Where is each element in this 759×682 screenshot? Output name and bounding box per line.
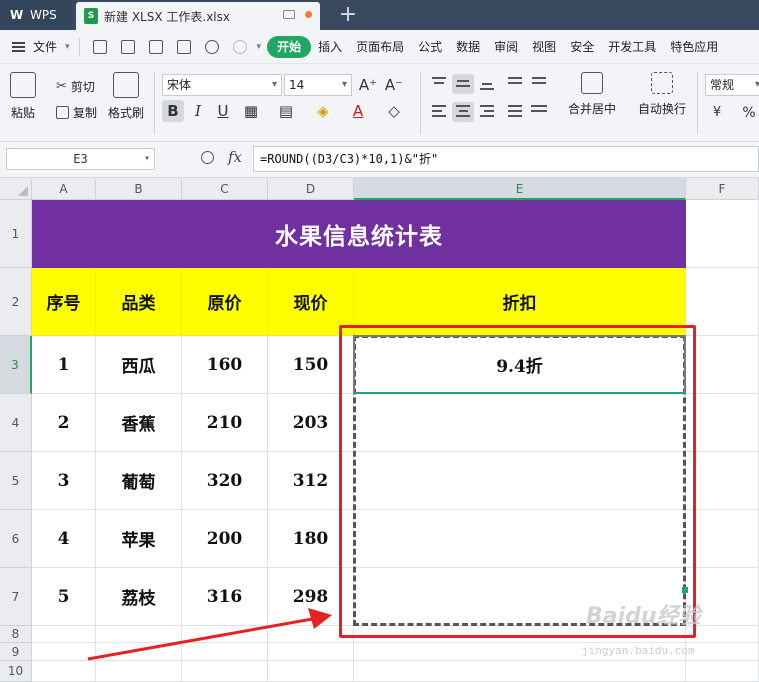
redo-icon[interactable]: [232, 39, 247, 54]
formula-input[interactable]: =ROUND((D3/C3)*10,1)&"折": [253, 146, 759, 172]
ribbon-divider: [420, 72, 421, 134]
print-preview-icon[interactable]: [176, 39, 191, 54]
paste-label: 粘贴: [10, 106, 35, 120]
cut-label: 剪切: [70, 80, 95, 94]
save-icon[interactable]: [92, 39, 107, 54]
menu-bar: 文件 ▾ ▾ 开始 插入 页面布局 公式 数据 审阅 视图 安全 开发工具 特色…: [0, 30, 759, 64]
ribbon-divider: [154, 72, 155, 134]
italic-button[interactable]: I: [187, 100, 209, 122]
align-center-icon[interactable]: [452, 102, 474, 122]
ribbon-toolbar: 粘贴 ✂ 剪切 复制 格式刷 宋体 14 A⁺ A⁻ B I U ▦ ▤ ◈ A…: [0, 64, 759, 142]
number-format-select[interactable]: 常规: [705, 74, 759, 96]
cut-button[interactable]: ✂ 剪切: [56, 78, 95, 95]
spreadsheet-file-icon: S: [84, 8, 98, 24]
align-middle-icon[interactable]: [452, 74, 474, 94]
ribbon-divider: [697, 72, 698, 134]
increase-font-icon[interactable]: A⁺: [357, 74, 379, 96]
decrease-font-icon[interactable]: A⁻: [383, 74, 405, 96]
file-menu[interactable]: 文件: [31, 36, 59, 58]
title-bar: W WPS S 新建 XLSX 工作表.xlsx +: [0, 0, 759, 30]
copy-icon: [56, 106, 69, 119]
export-icon[interactable]: [120, 39, 135, 54]
paste-icon: [10, 72, 36, 98]
spreadsheet-grid[interactable]: A B C D E F 1 2 3 4 5 6 7 8 9 10 水果信息统计表…: [0, 178, 759, 682]
wps-app-name: WPS: [30, 8, 57, 22]
align-left-icon[interactable]: [428, 102, 450, 122]
chevron-down-icon[interactable]: ▾: [65, 42, 70, 52]
scissors-icon: ✂: [56, 79, 67, 94]
increase-indent-icon[interactable]: [528, 74, 550, 94]
quick-access-more-icon[interactable]: ▾: [257, 42, 262, 52]
merge-center-label: 合并居中: [568, 102, 617, 116]
format-painter-label: 格式刷: [108, 106, 145, 120]
undo-icon[interactable]: [204, 39, 219, 54]
menu-tab-insert[interactable]: 插入: [311, 36, 349, 58]
align-right-icon[interactable]: [476, 102, 498, 122]
document-tab-title: 新建 XLSX 工作表.xlsx: [104, 9, 230, 24]
font-color-icon[interactable]: A: [347, 100, 369, 122]
menu-tab-features[interactable]: 特色应用: [663, 36, 725, 58]
menu-tab-security[interactable]: 安全: [563, 36, 601, 58]
wrap-text-label: 自动换行: [638, 102, 687, 116]
wps-home-tab[interactable]: W WPS: [0, 0, 72, 30]
name-box[interactable]: E3: [6, 148, 155, 170]
menu-tab-review[interactable]: 审阅: [487, 36, 525, 58]
formula-bar: E3 fx =ROUND((D3/C3)*10,1)&"折": [0, 142, 759, 178]
merge-center-button[interactable]: 合并居中: [568, 72, 616, 117]
menu-tab-data[interactable]: 数据: [449, 36, 487, 58]
underline-button[interactable]: U: [212, 100, 234, 122]
format-painter-icon: [113, 72, 139, 98]
menu-tab-formulas[interactable]: 公式: [411, 36, 449, 58]
align-bottom-icon[interactable]: [476, 74, 498, 94]
fx-icon[interactable]: fx: [228, 148, 242, 166]
cell-style-icon[interactable]: ▤: [275, 100, 297, 122]
merge-cells-icon: [581, 72, 603, 94]
fill-color-icon[interactable]: ◈: [312, 100, 334, 122]
format-painter-button[interactable]: 格式刷: [108, 72, 144, 121]
print-icon[interactable]: [148, 39, 163, 54]
menu-tab-developer[interactable]: 开发工具: [601, 36, 663, 58]
menu-tab-home[interactable]: 开始: [267, 35, 312, 58]
paste-button[interactable]: 粘贴: [10, 72, 36, 121]
font-name-select[interactable]: 宋体: [162, 74, 282, 96]
menu-divider: [78, 37, 80, 56]
unsaved-dot-icon: [305, 11, 312, 18]
borders-icon[interactable]: ▦: [240, 100, 262, 122]
decrease-indent-icon[interactable]: [504, 74, 526, 94]
wrap-text-button[interactable]: 自动换行: [638, 72, 686, 117]
align-top-icon[interactable]: [428, 74, 450, 94]
watermark-url: jingyan.baidu.com: [582, 644, 695, 657]
wrap-text-icon: [651, 72, 673, 94]
percent-button[interactable]: %: [738, 102, 759, 124]
hamburger-menu-icon[interactable]: [12, 41, 25, 52]
menu-tab-view[interactable]: 视图: [525, 36, 563, 58]
distributed-icon[interactable]: [528, 102, 550, 122]
currency-icon[interactable]: ¥: [706, 102, 728, 124]
zoom-icon[interactable]: [201, 151, 214, 164]
new-tab-button[interactable]: +: [336, 2, 360, 28]
justify-icon[interactable]: [504, 102, 526, 122]
wps-logo-icon: W: [10, 8, 24, 22]
font-size-select[interactable]: 14: [284, 74, 352, 96]
copy-label: 复制: [73, 106, 98, 120]
baidu-watermark: Baidu经验: [586, 604, 701, 629]
copy-button[interactable]: 复制: [56, 104, 97, 121]
clear-format-icon[interactable]: ◇: [383, 100, 405, 122]
bold-button[interactable]: B: [162, 100, 184, 122]
menu-tab-page-layout[interactable]: 页面布局: [349, 36, 411, 58]
monitor-icon[interactable]: [283, 10, 295, 19]
